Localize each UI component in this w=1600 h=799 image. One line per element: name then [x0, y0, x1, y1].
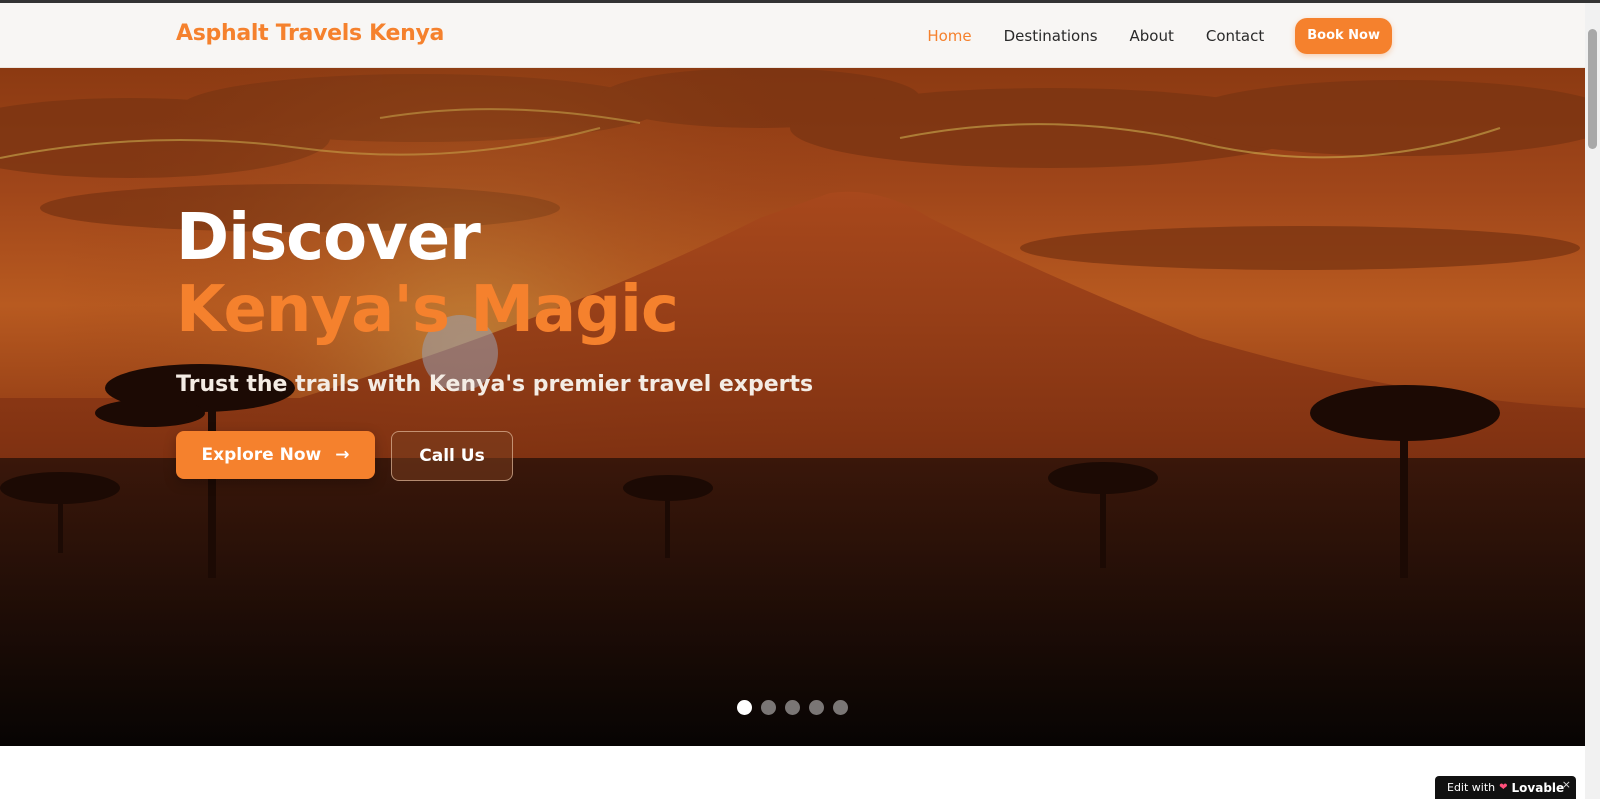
carousel-dot-1[interactable]	[737, 700, 752, 715]
book-now-button[interactable]: Book Now	[1295, 17, 1392, 54]
badge-close-icon[interactable]: ×	[1562, 778, 1571, 791]
explore-now-label: Explore Now	[201, 445, 322, 465]
call-us-button[interactable]: Call Us	[391, 431, 513, 481]
carousel-dot-2[interactable]	[761, 700, 776, 715]
badge-prefix: Edit with	[1447, 781, 1496, 794]
navbar: Asphalt Travels Kenya Home Destinations …	[0, 3, 1585, 68]
explore-now-button[interactable]: Explore Now →	[176, 431, 375, 479]
hero-content: Discover Kenya's Magic Trust the trails …	[176, 202, 813, 481]
brand-logo[interactable]: Asphalt Travels Kenya	[176, 21, 444, 46]
hero-title-line1: Discover	[176, 201, 481, 275]
carousel-dot-5[interactable]	[833, 700, 848, 715]
hero-actions: Explore Now → Call Us	[176, 431, 813, 481]
badge-brand: Lovable	[1511, 780, 1565, 795]
lovable-heart-icon: ❤	[1499, 782, 1508, 793]
carousel-dot-3[interactable]	[785, 700, 800, 715]
hero-section: Discover Kenya's Magic Trust the trails …	[0, 68, 1585, 746]
nav-link-home[interactable]: Home	[927, 27, 971, 45]
hero-title-line2: Kenya's Magic	[176, 273, 679, 347]
nav-link-contact[interactable]: Contact	[1206, 27, 1264, 45]
page-scrollbar[interactable]	[1585, 3, 1600, 799]
scrollbar-thumb[interactable]	[1588, 29, 1597, 149]
carousel-dot-4[interactable]	[809, 700, 824, 715]
arrow-right-icon: →	[335, 445, 350, 465]
carousel-indicators	[737, 700, 848, 715]
hero-subtitle: Trust the trails with Kenya's premier tr…	[176, 372, 814, 397]
nav-link-destinations[interactable]: Destinations	[1004, 27, 1098, 45]
edit-with-lovable-badge[interactable]: Edit with ❤ Lovable ×	[1435, 776, 1576, 799]
nav-link-about[interactable]: About	[1130, 27, 1174, 45]
nav-links: Home Destinations About Contact Book Now	[895, 3, 1392, 68]
